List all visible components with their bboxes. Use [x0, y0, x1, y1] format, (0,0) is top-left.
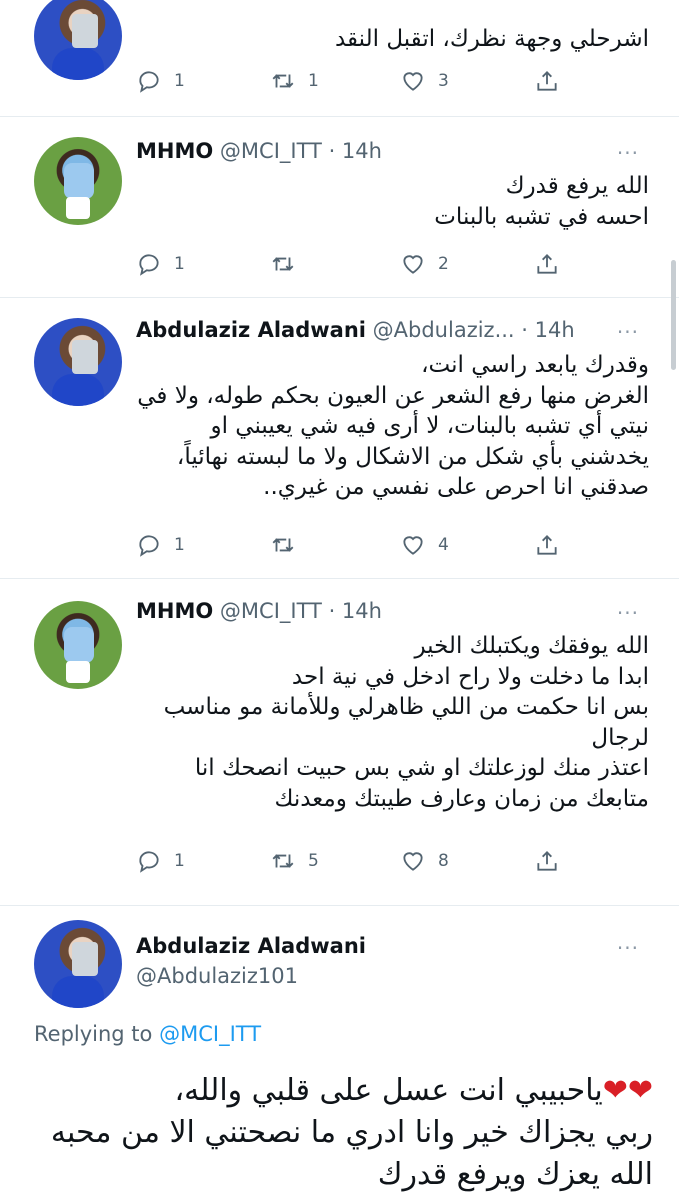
reply-button[interactable]: 1 [136, 530, 185, 560]
like-count: 3 [438, 71, 449, 91]
share-icon [537, 851, 557, 871]
tweet-text-body: ياحبيبي انت عسل على قلبي والله، ربي يجزا… [50, 1073, 653, 1192]
avatar[interactable] [34, 601, 122, 689]
reply-count: 1 [174, 71, 185, 91]
avatar[interactable] [34, 137, 122, 225]
tweet-text: وقدرك يابعد راسي انت، الغرض منها رفع الش… [137, 352, 649, 500]
share-icon [537, 254, 557, 274]
share-button[interactable] [534, 846, 560, 876]
tweet-actions: 1 5 8 [136, 846, 566, 876]
display-name[interactable]: MHMO [136, 139, 213, 163]
handle[interactable]: @Abdulaziz101 [136, 964, 298, 988]
more-icon[interactable]: ··· [617, 141, 639, 165]
scrollbar[interactable] [671, 260, 676, 370]
retweet-button[interactable] [270, 249, 308, 279]
tweet-2[interactable]: Abdulaziz Aladwani @Abdulaziz... · 14h ·… [0, 298, 679, 578]
like-count: 8 [438, 851, 449, 871]
retweet-count: 1 [308, 71, 319, 91]
display-name[interactable]: MHMO [136, 599, 213, 623]
tweet-header: Abdulaziz Aladwani @Abdulaziz... · 14h [136, 318, 633, 342]
tweet-actions: 1 1 3 [136, 66, 566, 96]
timestamp[interactable]: · 14h [329, 139, 382, 163]
reply-icon [139, 71, 159, 93]
avatar[interactable] [34, 0, 122, 80]
retweet-icon [272, 538, 294, 552]
tweet-text: الله يوفقك ويكتبلك الخير ابدا ما دخلت ول… [163, 633, 649, 812]
reply-icon [139, 535, 159, 557]
tweet-text: ❤❤ياحبيبي انت عسل على قلبي والله، ربي يج… [30, 1070, 653, 1196]
tweet-0[interactable]: اشرحلي وجهة نظرك، اتقبل النقد 1 1 3 [0, 0, 679, 116]
tweet-header: Abdulaziz Aladwani [136, 934, 633, 958]
tweet-header: MHMO @MCI_ITT · 14h [136, 599, 633, 623]
like-count: 4 [438, 535, 449, 555]
reply-button[interactable]: 1 [136, 66, 185, 96]
display-name[interactable]: Abdulaziz Aladwani [136, 318, 366, 342]
timestamp[interactable]: · 14h [521, 318, 574, 342]
replying-prefix: Replying to [34, 1022, 153, 1046]
more-icon[interactable]: ··· [617, 601, 639, 625]
retweet-button[interactable]: 5 [270, 846, 319, 876]
retweet-icon [272, 74, 294, 88]
more-icon[interactable]: ··· [617, 320, 639, 344]
tweet-actions: 1 4 [136, 530, 566, 560]
reply-button[interactable]: 1 [136, 249, 185, 279]
reply-count: 1 [174, 535, 185, 555]
share-icon [537, 71, 557, 91]
reply-count: 1 [174, 254, 185, 274]
handle[interactable]: @Abdulaziz... [373, 318, 515, 342]
share-icon [537, 535, 557, 555]
like-button[interactable]: 8 [400, 846, 449, 876]
avatar[interactable] [34, 920, 122, 1008]
like-icon [403, 72, 423, 91]
tweet-actions: 1 2 [136, 249, 566, 279]
retweet-count: 5 [308, 851, 319, 871]
like-button[interactable]: 4 [400, 530, 449, 560]
reply-count: 1 [174, 851, 185, 871]
reply-icon [139, 254, 159, 276]
timestamp[interactable]: · 14h [329, 599, 382, 623]
tweet-1[interactable]: MHMO @MCI_ITT · 14h ··· الله يرفع قدرك ا… [0, 117, 679, 297]
like-icon [403, 852, 423, 871]
share-button[interactable] [534, 530, 560, 560]
reply-icon [139, 851, 159, 873]
tweet-3[interactable]: MHMO @MCI_ITT · 14h ··· الله يوفقك ويكتب… [0, 579, 679, 905]
share-button[interactable] [534, 66, 560, 96]
retweet-icon [272, 854, 294, 868]
like-icon [403, 255, 423, 274]
like-button[interactable]: 2 [400, 249, 449, 279]
main-tweet: Abdulaziz Aladwani @Abdulaziz101 ··· Rep… [0, 906, 679, 1200]
retweet-button[interactable]: 1 [270, 66, 319, 96]
share-button[interactable] [534, 249, 560, 279]
more-icon[interactable]: ··· [617, 936, 639, 960]
retweet-button[interactable] [270, 530, 308, 560]
like-button[interactable]: 3 [400, 66, 449, 96]
replying-to: Replying to @MCI_ITT [34, 1022, 261, 1046]
handle[interactable]: @MCI_ITT [220, 599, 322, 623]
hearts-emoji: ❤❤ [602, 1073, 653, 1108]
tweet-text: الله يرفع قدرك احسه في تشبه بالبنات [434, 173, 649, 230]
like-count: 2 [438, 254, 449, 274]
tweet-text: اشرحلي وجهة نظرك، اتقبل النقد [334, 26, 649, 52]
like-icon [403, 536, 423, 555]
avatar[interactable] [34, 318, 122, 406]
replying-to-link[interactable]: @MCI_ITT [159, 1022, 261, 1046]
tweet-header: MHMO @MCI_ITT · 14h [136, 139, 633, 163]
retweet-icon [272, 257, 294, 271]
display-name[interactable]: Abdulaziz Aladwani [136, 934, 366, 958]
reply-button[interactable]: 1 [136, 846, 185, 876]
handle[interactable]: @MCI_ITT [220, 139, 322, 163]
